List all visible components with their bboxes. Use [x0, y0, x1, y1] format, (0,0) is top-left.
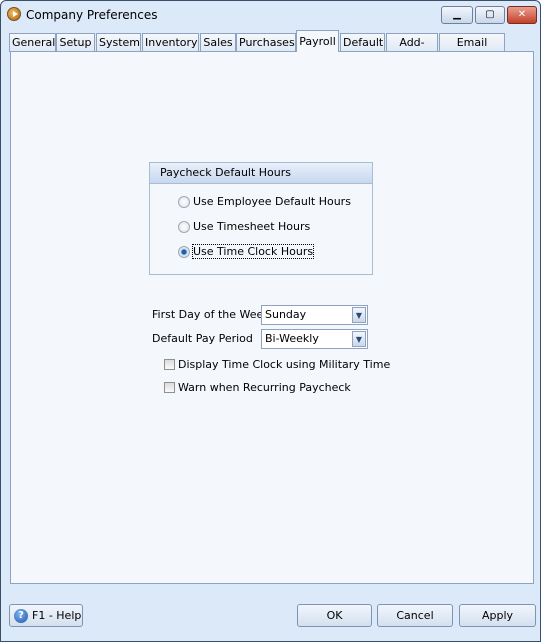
close-button[interactable]: ✕ — [507, 6, 537, 24]
tab-purchases[interactable]: Purchases — [236, 33, 296, 52]
radio-label: Use Employee Default Hours — [193, 195, 351, 208]
radio-button[interactable] — [178, 220, 190, 233]
pay-period-label: Default Pay Period — [152, 332, 253, 345]
ok-button[interactable]: OK — [297, 604, 372, 627]
cancel-button[interactable]: Cancel — [377, 604, 453, 627]
chevron-down-icon[interactable]: ▼ — [352, 331, 366, 347]
tab-email-setup[interactable]: Email Setup — [439, 33, 505, 66]
pay-period-value: Bi-Weekly — [265, 332, 319, 345]
tab-setup[interactable]: Setup — [56, 33, 95, 52]
help-label: F1 - Help — [32, 609, 82, 622]
help-icon: ? — [14, 608, 28, 623]
tab-default[interactable]: Default — [340, 33, 385, 52]
group-title: Paycheck Default Hours — [150, 163, 372, 184]
checkbox[interactable] — [164, 382, 175, 393]
apply-button[interactable]: Apply — [459, 604, 536, 627]
minimize-button[interactable]: ▁ — [441, 6, 473, 24]
help-button[interactable]: ? F1 - Help — [9, 604, 83, 627]
first-day-label: First Day of the Week — [152, 308, 270, 321]
radio-employee-default-hours[interactable]: Use Employee Default Hours — [178, 195, 351, 208]
radio-time-clock-hours[interactable]: Use Time Clock Hours — [178, 244, 315, 259]
tab-sales[interactable]: Sales — [200, 33, 236, 52]
radio-label: Use Time Clock Hours — [191, 244, 315, 259]
radio-timesheet-hours[interactable]: Use Timesheet Hours — [178, 220, 310, 233]
first-day-select[interactable]: Sunday ▼ — [261, 305, 368, 325]
warn-recurring-paycheck-checkbox[interactable]: Warn when Recurring Paycheck — [164, 381, 351, 394]
tab-inventory[interactable]: Inventory — [142, 33, 199, 52]
tab-system[interactable]: System — [96, 33, 141, 52]
company-preferences-window: Company Preferences ▁ ▢ ✕ General Setup … — [0, 0, 541, 642]
paycheck-default-hours-group: Paycheck Default Hours Use Employee Defa… — [149, 162, 373, 275]
checkbox-label: Display Time Clock using Military Time — [178, 358, 391, 371]
window-title: Company Preferences — [26, 8, 158, 22]
maximize-button[interactable]: ▢ — [475, 6, 505, 24]
app-logo-icon — [7, 7, 21, 21]
pay-period-select[interactable]: Bi-Weekly ▼ — [261, 329, 368, 349]
tab-add-ons[interactable]: Add-Ons — [386, 33, 438, 66]
military-time-checkbox[interactable]: Display Time Clock using Military Time — [164, 358, 390, 371]
first-day-value: Sunday — [265, 308, 307, 321]
radio-label: Use Timesheet Hours — [193, 220, 311, 233]
radio-button[interactable] — [178, 195, 190, 208]
checkbox[interactable] — [164, 359, 175, 370]
checkbox-label: Warn when Recurring Paycheck — [178, 381, 351, 394]
radio-button-selected[interactable] — [178, 245, 190, 258]
tab-payroll[interactable]: Payroll — [296, 30, 339, 52]
chevron-down-icon[interactable]: ▼ — [352, 307, 366, 323]
tab-general[interactable]: General — [9, 33, 56, 52]
